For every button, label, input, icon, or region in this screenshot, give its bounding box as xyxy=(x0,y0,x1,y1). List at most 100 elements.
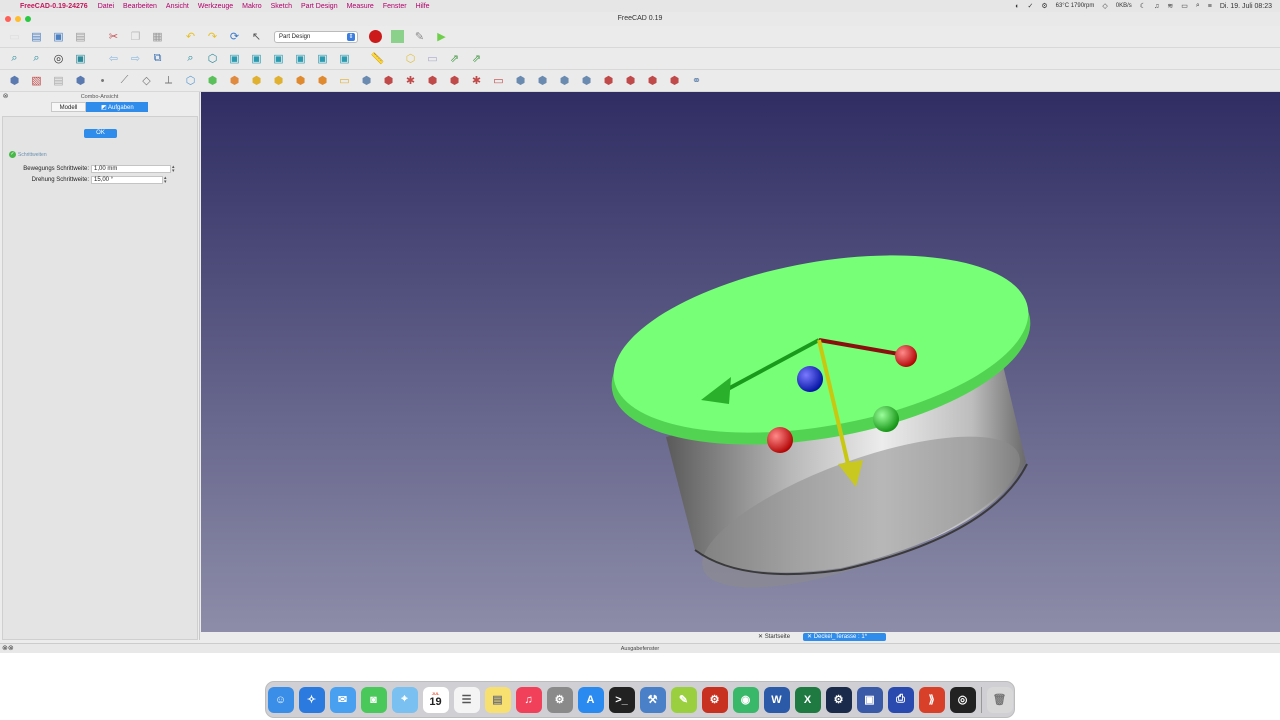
create-group-icon[interactable]: ▭ xyxy=(424,50,441,67)
view-bottom-icon[interactable]: ▣ xyxy=(314,50,331,67)
system-preferences-icon[interactable]: ⚙ xyxy=(546,686,573,713)
multi-transform-icon[interactable]: ⬢ xyxy=(578,72,595,89)
terminal-icon[interactable]: >_ xyxy=(608,686,635,713)
freecad-icon[interactable]: ⚙ xyxy=(701,686,728,713)
clock[interactable]: Di. 19. Juli 08:23 xyxy=(1220,3,1272,10)
draft-icon[interactable]: ⬢ xyxy=(644,72,661,89)
copy-icon[interactable]: ❐ xyxy=(127,28,144,45)
menu-fenster[interactable]: Fenster xyxy=(383,3,407,10)
tab-aufgaben[interactable]: ◩ Aufgaben xyxy=(86,102,149,112)
search-icon[interactable]: ⌕ xyxy=(1196,2,1200,10)
mail-icon[interactable]: ✉ xyxy=(329,686,356,713)
reminders-icon[interactable]: ☰ xyxy=(453,686,480,713)
datum-line-icon[interactable]: ⟋ xyxy=(116,72,133,89)
boolean-icon[interactable]: ⚭ xyxy=(688,72,705,89)
measure-icon[interactable]: 📏 xyxy=(369,50,386,67)
bounding-box-icon[interactable]: ▣ xyxy=(72,50,89,67)
rotation-ball-y[interactable] xyxy=(873,406,899,432)
clone-icon[interactable]: ⬢ xyxy=(226,72,243,89)
browser-icon[interactable]: ◉ xyxy=(732,686,759,713)
link-icon[interactable]: ⧉ xyxy=(149,50,166,67)
3d-view[interactable] xyxy=(201,92,1280,632)
menu-hilfe[interactable]: Hilfe xyxy=(416,3,430,10)
create-link-icon[interactable]: ⇗ xyxy=(446,50,463,67)
view-front-icon[interactable]: ▣ xyxy=(226,50,243,67)
new-file-icon[interactable]: ▭ xyxy=(6,28,23,45)
whats-this-icon[interactable]: ↖ xyxy=(248,28,265,45)
shape-binder-icon[interactable]: ⬡ xyxy=(182,72,199,89)
datum-point-icon[interactable]: • xyxy=(94,72,111,89)
steam-icon[interactable]: ⚙ xyxy=(825,686,852,713)
save-icon[interactable]: ▣ xyxy=(50,28,67,45)
battery-icon[interactable]: ▭ xyxy=(1181,2,1188,10)
create-part-icon[interactable]: ⬡ xyxy=(402,50,419,67)
move-step-spinner[interactable]: ▴ ▾ xyxy=(172,165,177,174)
paste-icon[interactable]: ▦ xyxy=(149,28,166,45)
moon-icon[interactable]: ☾ xyxy=(1140,2,1146,10)
music-icon[interactable]: ♫ xyxy=(515,686,542,713)
gear-icon[interactable]: ⚙ xyxy=(1041,2,1047,10)
fillet-icon[interactable]: ⬢ xyxy=(600,72,617,89)
maps-icon[interactable]: ⌖ xyxy=(391,686,418,713)
subtractive-helix-icon[interactable]: ✱ xyxy=(468,72,485,89)
create-body-icon[interactable]: ⬢ xyxy=(6,72,23,89)
menu-sketch[interactable]: Sketch xyxy=(271,3,292,10)
rotation-ball-z[interactable] xyxy=(797,366,823,392)
dropbox-icon[interactable]: ◇ xyxy=(1102,2,1107,10)
tab-deckel-terasse[interactable]: ✕ Deckel_Terasse : 1* xyxy=(803,633,886,641)
subtractive-pipe-icon[interactable]: ⬢ xyxy=(446,72,463,89)
obs-icon[interactable]: ◎ xyxy=(949,686,976,713)
ok-button[interactable]: OK xyxy=(84,129,117,138)
excel-icon[interactable]: X xyxy=(794,686,821,713)
draw-style-icon[interactable]: ◎ xyxy=(50,50,67,67)
workbench-selector[interactable]: Part Design ⇕ xyxy=(274,30,358,43)
fit-all-icon[interactable]: ⌕ xyxy=(6,50,23,67)
revolution-icon[interactable]: ⬢ xyxy=(270,72,287,89)
view-top-icon[interactable]: ▣ xyxy=(248,50,265,67)
rotation-step-input[interactable]: 15,00 ° xyxy=(91,176,163,184)
isometric-view-icon[interactable]: ⌕ xyxy=(182,50,199,67)
subshape-binder-icon[interactable]: ⬢ xyxy=(204,72,221,89)
close-window-button[interactable] xyxy=(5,16,11,22)
messages-icon[interactable]: ◙ xyxy=(360,686,387,713)
menu-bearbeiten[interactable]: Bearbeiten xyxy=(123,3,157,10)
notes-icon[interactable]: ▤ xyxy=(484,686,511,713)
headphones-icon[interactable]: ♫ xyxy=(1154,3,1159,10)
save-as-icon[interactable]: ▤ xyxy=(72,28,89,45)
view-axonometric-icon[interactable]: ⬡ xyxy=(204,50,221,67)
text-editor-icon[interactable]: ✎ xyxy=(670,686,697,713)
chamfer-icon[interactable]: ⬢ xyxy=(622,72,639,89)
status-icon[interactable]: ◐ xyxy=(1015,3,1019,10)
groove-icon[interactable]: ✱ xyxy=(402,72,419,89)
mirrored-icon[interactable]: ⬢ xyxy=(512,72,529,89)
vmware-icon[interactable]: ▣ xyxy=(856,686,883,713)
thickness-icon[interactable]: ⬢ xyxy=(666,72,683,89)
open-file-icon[interactable]: ▤ xyxy=(28,28,45,45)
calendar-icon[interactable]: JUL 19 xyxy=(422,686,449,713)
temp-readout[interactable]: 63°C 1790rpm xyxy=(1056,3,1095,9)
rotation-step-spinner[interactable]: ▴ ▾ xyxy=(164,176,169,185)
refresh-icon[interactable]: ⟳ xyxy=(226,28,243,45)
view-rear-icon[interactable]: ▣ xyxy=(292,50,309,67)
minimize-window-button[interactable] xyxy=(15,16,21,22)
fit-selection-icon[interactable]: ⌕ xyxy=(28,50,45,67)
menu-makro[interactable]: Makro xyxy=(242,3,261,10)
create-sketch-icon[interactable]: ▧ xyxy=(28,72,45,89)
local-coordinate-system-icon[interactable]: ⟂ xyxy=(160,72,177,89)
link-actions-icon[interactable]: ⇗ xyxy=(468,50,485,67)
subtractive-loft-icon[interactable]: ⬢ xyxy=(424,72,441,89)
run-macro-icon[interactable]: ▶ xyxy=(433,28,450,45)
pocket-icon[interactable]: ⬢ xyxy=(358,72,375,89)
stop-macro-icon[interactable] xyxy=(389,28,406,45)
word-icon[interactable]: W xyxy=(763,686,790,713)
pipe-icon[interactable]: ⬢ xyxy=(314,72,331,89)
check-geometry-icon[interactable]: ⬢ xyxy=(72,72,89,89)
record-macro-icon[interactable] xyxy=(367,28,384,45)
3d-scene[interactable] xyxy=(201,92,1280,632)
subtractive-primitive-icon[interactable]: ▭ xyxy=(490,72,507,89)
undo-icon[interactable]: ↶ xyxy=(182,28,199,45)
tab-startseite[interactable]: ✕ Startseite xyxy=(754,633,794,641)
additive-primitive-icon[interactable]: ▭ xyxy=(336,72,353,89)
wifi-icon[interactable]: ≋ xyxy=(1167,2,1173,10)
view-right-icon[interactable]: ▣ xyxy=(270,50,287,67)
